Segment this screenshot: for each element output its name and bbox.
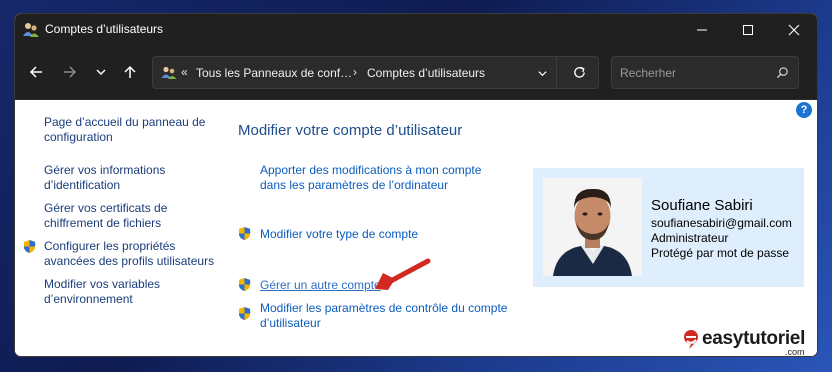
address-dropdown-icon[interactable] bbox=[537, 68, 548, 79]
task-change-account-type[interactable]: Modifier votre type de compte bbox=[260, 227, 418, 242]
sidebar-item-label: avancées des profils utilisateurs bbox=[44, 254, 215, 268]
sidebar-item-label: configuration bbox=[44, 130, 113, 144]
refresh-icon[interactable] bbox=[572, 65, 587, 80]
search-box[interactable] bbox=[611, 56, 799, 89]
sidebar-item-label: Gérer vos certificats de bbox=[44, 201, 168, 215]
forward-arrow-icon bbox=[64, 66, 77, 78]
sidebar-item-label: Modifier vos variables bbox=[44, 277, 161, 291]
watermark-suffix: .com bbox=[785, 347, 805, 356]
recent-locations-button[interactable] bbox=[89, 60, 113, 84]
address-divider bbox=[556, 57, 557, 88]
sidebar-item-file-encryption-certificates[interactable]: Gérer vos certificats de chiffrement de … bbox=[44, 201, 167, 231]
address-bar[interactable]: « Tous les Panneaux de conf… › Comptes d… bbox=[152, 56, 599, 89]
sidebar-item-label: Page d’accueil du panneau de bbox=[44, 115, 206, 129]
help-button[interactable]: ? bbox=[796, 102, 812, 118]
uac-shield-icon bbox=[238, 306, 251, 321]
user-photo-icon bbox=[543, 178, 642, 276]
user-avatar[interactable] bbox=[543, 178, 642, 276]
maximize-button[interactable] bbox=[725, 14, 771, 46]
user-role: Administrateur bbox=[651, 231, 729, 245]
breadcrumb-separator[interactable]: › bbox=[353, 65, 357, 79]
control-panel-users-icon bbox=[161, 66, 177, 79]
chevron-down-icon bbox=[96, 69, 106, 75]
task-label: d’utilisateur bbox=[260, 316, 321, 330]
task-label: Gérer un autre compte bbox=[260, 278, 381, 292]
title-bar: Comptes d’utilisateurs bbox=[15, 14, 817, 46]
up-arrow-icon bbox=[124, 65, 136, 78]
sidebar-item-advanced-profile-properties[interactable]: Configurer les propriétés avancées des p… bbox=[44, 239, 214, 269]
task-change-account-in-settings[interactable]: Apporter des modifications à mon compte … bbox=[260, 163, 481, 193]
user-accounts-icon bbox=[23, 23, 39, 37]
window-title: Comptes d’utilisateurs bbox=[45, 22, 164, 36]
minimize-icon bbox=[697, 29, 707, 31]
page-title: Modifier votre compte d’utilisateur bbox=[238, 122, 463, 139]
forward-button[interactable] bbox=[58, 60, 82, 84]
red-arrow-annotation-icon bbox=[375, 258, 431, 290]
maximize-icon bbox=[743, 25, 753, 35]
breadcrumb-overflow[interactable]: « bbox=[181, 65, 188, 79]
sidebar-item-environment-variables[interactable]: Modifier vos variables d’environnement bbox=[44, 277, 160, 307]
back-button[interactable] bbox=[24, 60, 48, 84]
task-label: Modifier votre type de compte bbox=[260, 227, 419, 241]
sidebar-item-label: d’environnement bbox=[44, 292, 133, 306]
uac-shield-icon bbox=[23, 239, 36, 254]
user-protection-status: Protégé par mot de passe bbox=[651, 246, 790, 260]
minimize-button[interactable] bbox=[679, 14, 725, 46]
sidebar-item-control-panel-home[interactable]: Page d’accueil du panneau de configurati… bbox=[44, 115, 205, 145]
easytutoriel-logo-icon bbox=[684, 330, 698, 349]
task-change-uac-settings[interactable]: Modifier les paramètres de contrôle du c… bbox=[260, 301, 507, 331]
uac-shield-icon bbox=[238, 277, 251, 292]
sidebar-item-label: Configurer les propriétés bbox=[44, 239, 176, 253]
close-button[interactable] bbox=[771, 14, 817, 46]
sidebar-item-label: d’identification bbox=[44, 178, 121, 192]
navigation-bar: « Tous les Panneaux de conf… › Comptes d… bbox=[15, 46, 817, 100]
uac-shield-icon bbox=[238, 226, 251, 241]
breadcrumb-control-panel[interactable]: Tous les Panneaux de conf… bbox=[196, 66, 352, 80]
task-manage-another-account[interactable]: Gérer un autre compte bbox=[260, 278, 381, 293]
back-arrow-icon bbox=[29, 66, 42, 78]
breadcrumb-user-accounts[interactable]: Comptes d’utilisateurs bbox=[367, 66, 485, 80]
sidebar-item-label: chiffrement de fichiers bbox=[44, 216, 162, 230]
task-label: Modifier les paramètres de contrôle du c… bbox=[260, 301, 508, 315]
user-accounts-window: Comptes d’utilisateurs « Tous les Pannea… bbox=[15, 14, 817, 356]
up-button[interactable] bbox=[118, 60, 142, 84]
content-area: ? Page d’accueil du panneau de configura… bbox=[15, 100, 817, 356]
user-name: Soufiane Sabiri bbox=[651, 197, 753, 214]
user-email: soufianesabiri@gmail.com bbox=[651, 216, 792, 230]
user-card: Soufiane Sabiri soufianesabiri@gmail.com… bbox=[533, 168, 804, 287]
task-label: Apporter des modifications à mon compte bbox=[260, 163, 482, 177]
close-icon bbox=[788, 24, 800, 36]
search-icon[interactable] bbox=[776, 66, 789, 79]
sidebar-item-label: Gérer vos informations bbox=[44, 163, 166, 177]
task-label: dans les paramètres de l’ordinateur bbox=[260, 178, 449, 192]
sidebar-item-manage-credentials[interactable]: Gérer vos informations d’identification bbox=[44, 163, 165, 193]
search-input[interactable] bbox=[620, 64, 770, 82]
